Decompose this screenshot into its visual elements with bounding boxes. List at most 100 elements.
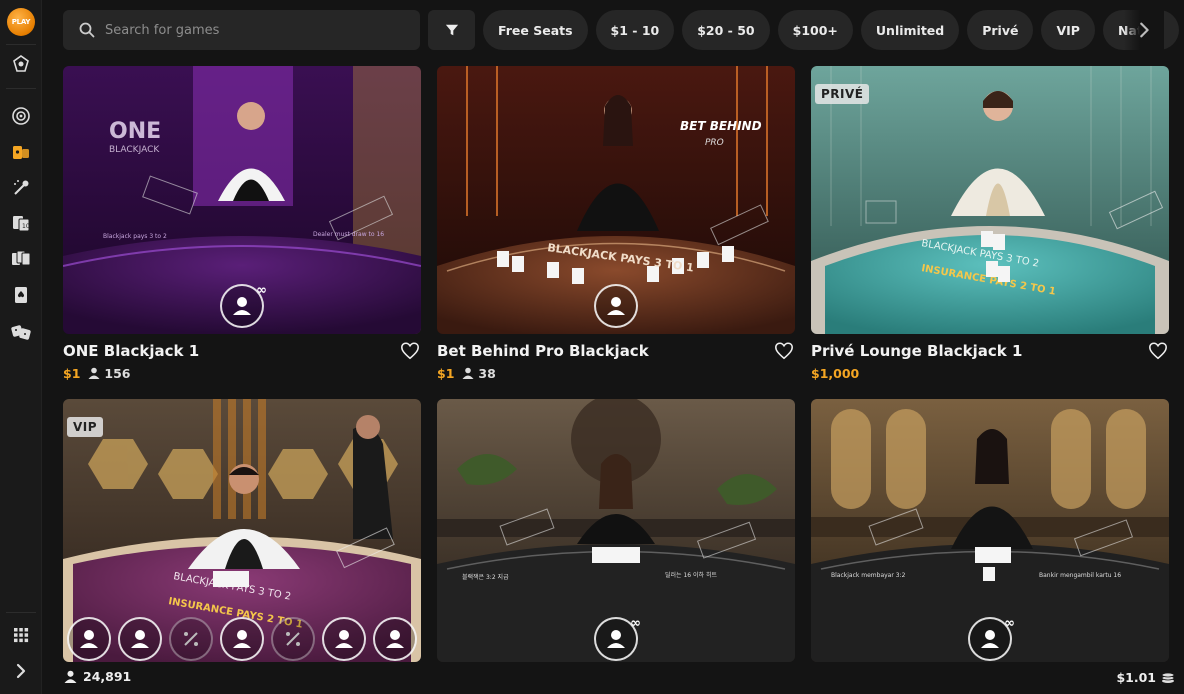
game-title[interactable]: ONE Blackjack 1 [63,342,199,360]
min-bet: $1 [437,365,455,381]
filter-chip-free-seats[interactable]: Free Seats [483,10,588,50]
svg-text:ONE: ONE [109,119,161,144]
vip-badge: VIP [67,417,104,437]
min-bet: $1 [63,365,81,381]
filter-icon [445,24,458,36]
game-card[interactable]: BLACKJACK PAYS 3 TO 2 INSURANCE PAYS 2 T… [63,399,421,662]
player-seat-icon [131,630,149,648]
brand-logo[interactable]: PLAY [7,8,35,36]
blackjack-icon[interactable] [10,284,32,306]
filter-chip-1-10[interactable]: $1 - 10 [595,10,675,50]
filter-chip-100-plus[interactable]: $100+ [777,10,853,50]
chevron-right-icon [1140,22,1149,38]
filter-chip-unlimited[interactable]: Unlimited [860,10,960,50]
game-meta: $1,000 [811,364,867,382]
chips-stack-icon [1161,672,1175,683]
sic-bo-icon[interactable] [10,320,32,342]
prive-badge: PRIVÉ [815,84,870,104]
blackjack-cards-icon[interactable] [10,248,32,270]
game-title-row: Bet Behind Pro Blackjack [437,340,795,362]
online-players: 24,891 [64,669,131,684]
svg-text:딜러는 16 이하 히트: 딜러는 16 이하 히트 [665,571,717,579]
brand-logo-text: PLAY [11,18,31,26]
roulette-icon[interactable] [10,105,32,127]
unlimited-seat-button[interactable]: ∞ [220,283,267,328]
game-thumbnail[interactable]: ONE BLACKJACK Blackjack pays 3 to 2 Deal… [63,66,421,334]
game-thumbnail[interactable]: BLACKJACK PAYS 3 TO 2 INSURANCE PAYS 2 T… [63,399,421,662]
expand-arrow-icon[interactable] [10,660,32,682]
filter-chip-prive[interactable]: Privé [967,10,1034,50]
seat-available-button[interactable] [67,617,111,661]
unlimited-seat-button[interactable] [594,284,638,328]
min-bet: $1,000 [811,365,860,381]
players-icon [88,367,100,379]
player-seat-icon [607,630,625,648]
game-thumbnail[interactable]: Blackjack membayar 3:2 Bankir mengambil … [811,399,1169,662]
grid-menu-icon[interactable] [10,624,32,646]
game-title[interactable]: Privé Lounge Blackjack 1 [811,342,1022,360]
game-meta: $1 156 [63,364,131,382]
seat-available-button[interactable] [118,617,162,661]
sidebar: PLAY 10 [0,0,42,694]
game-card[interactable]: 블랙잭은 3:2 지급 딜러는 16 이하 히트 ∞ [437,399,795,662]
infinity-icon: ∞ [1004,616,1015,631]
player-count: 38 [462,365,496,381]
lobby-icon[interactable] [10,53,32,75]
player-count-value: 38 [478,365,496,381]
player-seat-icon [607,297,625,315]
player-seat-icon [233,630,251,648]
favorite-heart-icon[interactable] [399,340,421,362]
filter-button[interactable] [428,10,475,50]
search-input[interactable] [105,22,385,38]
unlimited-seat-button[interactable]: ∞ [594,616,641,661]
game-card[interactable]: Blackjack membayar 3:2 Bankir mengambil … [811,399,1169,662]
game-title[interactable]: Bet Behind Pro Blackjack [437,342,649,360]
filters-scroll-right-button[interactable] [1124,10,1164,50]
player-count: 156 [88,365,131,381]
seat-available-button[interactable] [322,617,366,661]
player-seat-icon [233,297,251,315]
player-count-value: 156 [104,365,131,381]
player-seat-icon [981,630,999,648]
favorite-heart-icon[interactable] [773,340,795,362]
filter-chip-20-50[interactable]: $20 - 50 [682,10,770,50]
seat-taken-indicator [271,617,315,661]
svg-text:PRO: PRO [705,138,724,148]
search-box[interactable] [63,10,420,50]
baccarat-icon[interactable]: 10 [10,212,32,234]
sidebar-divider [6,612,36,613]
sidebar-divider [6,88,36,89]
balance-value: $1.01 [1116,669,1156,685]
filter-chips: Free Seats $1 - 10 $20 - 50 $100+ Unlimi… [483,10,1179,50]
game-card[interactable]: BLACKJACK PAYS 3 TO 2 INSURANCE PAYS 2 T… [811,66,1169,381]
player-seat-icon [386,630,404,648]
sidebar-divider [6,44,36,45]
seat-available-button[interactable] [373,617,417,661]
balance[interactable]: $1.01 [1116,669,1176,685]
seat-taken-icon [184,632,198,646]
game-card[interactable]: BET BEHIND PRO BLACKJACK PAYS 3 TO 1 Bet… [437,66,795,381]
game-shows-icon[interactable] [10,141,32,163]
game-meta: $1 38 [437,364,496,382]
game-title-row: ONE Blackjack 1 [63,340,421,362]
svg-text:블랙잭은 3:2 지급: 블랙잭은 3:2 지급 [462,573,509,581]
footer-bar: 24,891 $1.01 [42,662,1184,694]
unlimited-seat-button[interactable]: ∞ [968,616,1015,661]
infinity-icon: ∞ [630,616,641,631]
svg-text:BLACKJACK: BLACKJACK [109,145,160,155]
svg-text:Blackjack pays 3 to 2: Blackjack pays 3 to 2 [103,233,167,240]
favorite-heart-icon[interactable] [1147,340,1169,362]
filter-chip-vip[interactable]: VIP [1041,10,1095,50]
game-card[interactable]: ONE BLACKJACK Blackjack pays 3 to 2 Deal… [63,66,421,381]
seat-available-button[interactable] [220,617,264,661]
seat-taken-indicator [169,617,213,661]
svg-text:BET BEHIND: BET BEHIND [680,119,762,133]
dice-icon[interactable] [10,177,32,199]
players-icon [462,367,474,379]
game-thumbnail[interactable]: BET BEHIND PRO BLACKJACK PAYS 3 TO 1 [437,66,795,334]
game-thumbnail[interactable]: BLACKJACK PAYS 3 TO 2 INSURANCE PAYS 2 T… [811,66,1169,334]
player-seat-icon [335,630,353,648]
game-thumbnail[interactable]: 블랙잭은 3:2 지급 딜러는 16 이하 히트 ∞ [437,399,795,662]
players-icon [64,670,77,683]
infinity-icon: ∞ [256,283,267,298]
